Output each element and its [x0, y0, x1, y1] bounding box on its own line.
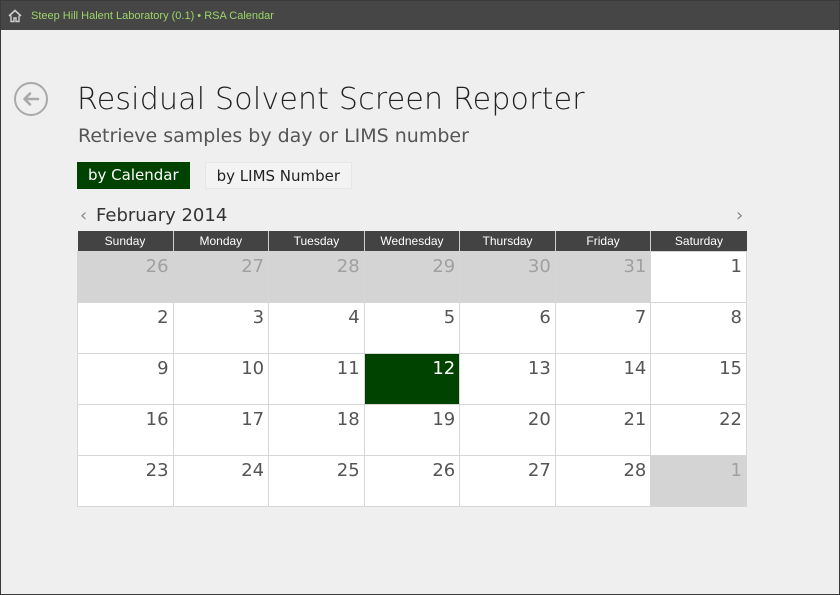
calendar-day-cell[interactable]: 10 [172, 353, 270, 405]
calendar-week-row: 23 24 25 26 27 28 1 [77, 455, 747, 507]
day-number: 8 [730, 307, 742, 328]
day-number: 27 [527, 460, 551, 481]
day-number: 19 [432, 409, 456, 430]
day-number: 12 [432, 358, 456, 379]
calendar-day-cell[interactable]: 28 [554, 455, 652, 507]
day-number: 15 [719, 358, 742, 379]
calendar-day-cell[interactable]: 21 [554, 404, 652, 456]
calendar-day-cell[interactable]: 22 [650, 404, 747, 456]
day-number: 1 [730, 460, 742, 481]
day-number: 24 [241, 460, 265, 481]
calendar-day-cell[interactable]: 18 [268, 404, 365, 456]
calendar-day-cell[interactable]: 26 [363, 455, 461, 507]
calendar-day-cell[interactable]: 19 [363, 404, 461, 456]
day-number: 26 [145, 256, 169, 277]
tab-by-lims-number[interactable]: by LIMS Number [204, 162, 353, 189]
calendar-day-cell[interactable]: 17 [172, 404, 270, 456]
calendar-day-cell[interactable]: 14 [554, 353, 652, 405]
day-number: 9 [157, 358, 169, 379]
day-number: 25 [336, 460, 360, 481]
calendar-day-cell[interactable]: 20 [459, 404, 556, 456]
calendar-day-cell[interactable]: 5 [363, 302, 461, 354]
title-bar: Steep Hill Halent Laboratory (0.1) • RSA… [1, 1, 839, 30]
day-number: 11 [336, 358, 360, 379]
prev-month-button[interactable]: ‹ [80, 205, 87, 226]
calendar-day-cell[interactable]: 3 [172, 302, 270, 354]
weekday-header: Monday [173, 231, 270, 252]
day-number: 4 [348, 307, 360, 328]
weekday-header: Sunday [77, 231, 174, 252]
calendar-day-cell[interactable]: 15 [650, 353, 747, 405]
back-arrow-icon [23, 92, 40, 106]
calendar-day-cell[interactable]: 11 [268, 353, 365, 405]
day-number: 29 [432, 256, 456, 277]
calendar-day-cell[interactable]: 1 [650, 455, 747, 507]
day-number: 17 [241, 409, 265, 430]
weekday-header: Thursday [459, 231, 556, 252]
day-number: 13 [527, 358, 551, 379]
calendar-day-cell[interactable]: 31 [554, 251, 652, 303]
day-number: 30 [527, 256, 551, 277]
day-number: 20 [527, 409, 551, 430]
calendar-day-cell[interactable]: 2 [77, 302, 174, 354]
day-number: 3 [252, 307, 265, 328]
day-number: 16 [145, 409, 169, 430]
calendar-day-cell-selected[interactable]: 12 [363, 353, 461, 405]
calendar-day-cell[interactable]: 6 [459, 302, 556, 354]
day-number: 26 [432, 460, 456, 481]
day-number: 31 [623, 256, 647, 277]
calendar-day-cell[interactable]: 24 [172, 455, 270, 507]
day-number: 1 [730, 256, 742, 277]
calendar-day-cell[interactable]: 27 [459, 455, 556, 507]
calendar-week-row: 2 3 4 5 6 7 8 [77, 302, 747, 354]
tab-by-calendar[interactable]: by Calendar [77, 162, 190, 189]
calendar-grid: Sunday Monday Tuesday Wednesday Thursday… [77, 231, 747, 507]
page-title: Residual Solvent Screen Reporter [77, 82, 585, 117]
calendar-day-cell[interactable]: 23 [77, 455, 174, 507]
page-subtitle: Retrieve samples by day or LIMS number [78, 125, 469, 147]
day-number: 14 [623, 358, 647, 379]
home-icon[interactable] [8, 8, 22, 23]
calendar-day-cell[interactable]: 26 [77, 251, 174, 303]
calendar-day-cell[interactable]: 30 [459, 251, 556, 303]
day-number: 18 [336, 409, 360, 430]
next-month-button[interactable]: › [736, 205, 743, 226]
day-number: 23 [145, 460, 169, 481]
day-number: 28 [336, 256, 360, 277]
day-number: 21 [623, 409, 647, 430]
calendar-day-cell[interactable]: 27 [172, 251, 270, 303]
calendar-day-cell[interactable]: 8 [650, 302, 747, 354]
calendar-day-cell[interactable]: 4 [268, 302, 365, 354]
view-tabs: by Calendar by LIMS Number [77, 162, 353, 189]
calendar-day-cell[interactable]: 25 [268, 455, 365, 507]
day-number: 7 [634, 307, 647, 328]
day-number: 5 [443, 307, 456, 328]
calendar-day-cell[interactable]: 28 [268, 251, 365, 303]
day-number: 27 [241, 256, 265, 277]
calendar-day-cell[interactable]: 29 [363, 251, 461, 303]
calendar-day-cell[interactable]: 1 [650, 251, 747, 303]
calendar-week-row: 16 17 18 19 20 21 22 [77, 404, 747, 456]
weekday-header: Friday [555, 231, 652, 252]
calendar-day-cell[interactable]: 16 [77, 404, 174, 456]
back-button[interactable] [14, 82, 48, 116]
calendar-day-cell[interactable]: 13 [459, 353, 556, 405]
month-label: February 2014 [96, 205, 228, 226]
app-title: Steep Hill Halent Laboratory (0.1) • RSA… [31, 9, 274, 22]
weekday-header-row: Sunday Monday Tuesday Wednesday Thursday… [77, 231, 747, 252]
day-number: 2 [157, 307, 169, 328]
weekday-header: Wednesday [364, 231, 461, 252]
calendar-week-row: 26 27 28 29 30 31 1 [77, 251, 747, 303]
calendar-day-cell[interactable]: 9 [77, 353, 174, 405]
calendar-week-row: 9 10 11 12 13 14 15 [77, 353, 747, 405]
calendar-day-cell[interactable]: 7 [554, 302, 652, 354]
day-number: 6 [539, 307, 551, 328]
day-number: 10 [241, 358, 265, 379]
day-number: 28 [623, 460, 647, 481]
day-number: 22 [719, 409, 742, 430]
weekday-header: Saturday [650, 231, 747, 252]
weekday-header: Tuesday [268, 231, 365, 252]
